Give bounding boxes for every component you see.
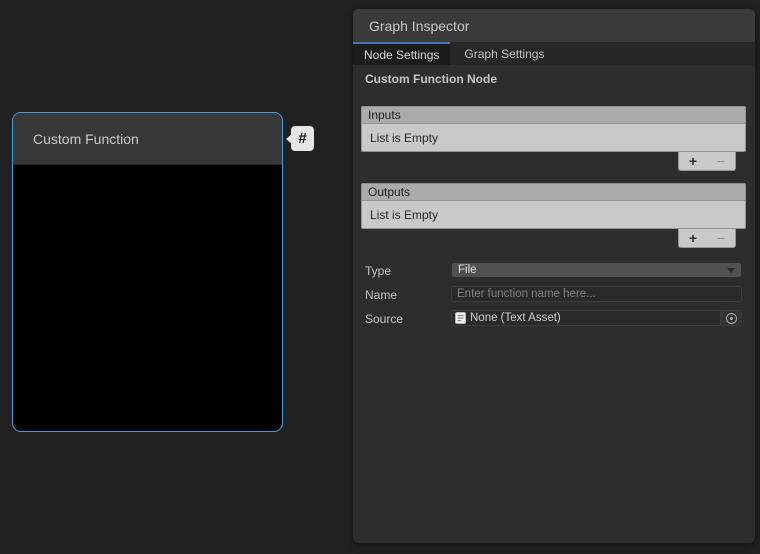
graph-inspector-panel: Graph Inspector Node Settings Graph Sett… — [353, 9, 755, 543]
inspector-header[interactable]: Graph Inspector — [353, 9, 755, 42]
section-title: Custom Function Node — [365, 72, 497, 86]
type-dropdown-value: File — [458, 264, 477, 276]
name-label: Name — [365, 288, 397, 302]
tab-node-settings[interactable]: Node Settings — [353, 42, 450, 65]
source-object-field[interactable]: None (Text Asset) — [451, 310, 742, 326]
badge-tail-icon — [286, 134, 292, 144]
inspector-tabbar: Node Settings Graph Settings — [353, 42, 755, 65]
object-picker-icon — [726, 313, 737, 324]
tab-node-settings-label: Node Settings — [364, 48, 439, 62]
outputs-list-footer: + − — [678, 229, 736, 248]
node-precision-badge[interactable]: # — [291, 126, 314, 151]
node-title: Custom Function — [33, 131, 139, 147]
object-picker-button[interactable] — [720, 311, 741, 325]
outputs-list-empty-row: List is Empty — [361, 200, 746, 229]
inputs-list: Inputs List is Empty + − — [361, 106, 746, 152]
chevron-down-icon — [727, 268, 735, 273]
inputs-list-empty-row: List is Empty — [361, 123, 746, 152]
node-titlebar[interactable]: Custom Function — [13, 113, 282, 165]
inputs-list-header-label: Inputs — [368, 108, 401, 122]
custom-function-node[interactable]: Custom Function — [12, 112, 283, 432]
outputs-list-header-label: Outputs — [368, 185, 410, 199]
outputs-list-header[interactable]: Outputs — [361, 183, 746, 200]
outputs-empty-label: List is Empty — [370, 208, 438, 222]
tab-graph-settings[interactable]: Graph Settings — [450, 42, 558, 65]
outputs-list: Outputs List is Empty + − — [361, 183, 746, 229]
inputs-add-button[interactable]: + — [689, 154, 697, 168]
source-label: Source — [365, 312, 403, 326]
type-dropdown[interactable]: File — [451, 262, 742, 278]
inputs-empty-label: List is Empty — [370, 131, 438, 145]
inputs-list-header[interactable]: Inputs — [361, 106, 746, 123]
inputs-remove-button[interactable]: − — [717, 154, 725, 168]
tab-graph-settings-label: Graph Settings — [464, 47, 544, 61]
outputs-add-button[interactable]: + — [689, 231, 697, 245]
hash-icon: # — [298, 130, 306, 147]
text-asset-icon — [455, 312, 466, 324]
function-name-input[interactable] — [451, 286, 742, 302]
outputs-remove-button[interactable]: − — [717, 231, 725, 245]
inputs-list-footer: + − — [678, 152, 736, 171]
inspector-title: Graph Inspector — [369, 18, 469, 34]
source-object-value: None (Text Asset) — [470, 312, 561, 324]
type-label: Type — [365, 264, 391, 278]
